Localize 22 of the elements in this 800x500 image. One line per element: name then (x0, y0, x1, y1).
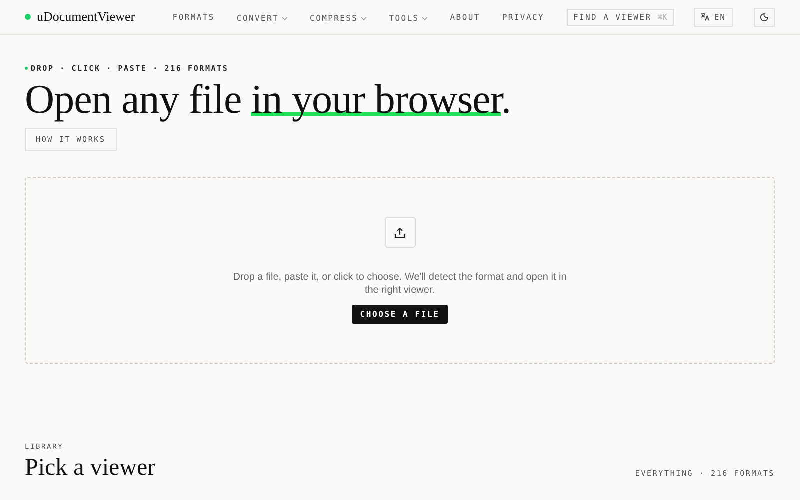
nav-menu[interactable]: TOOLS (389, 14, 428, 23)
language-button[interactable]: EN (694, 8, 733, 26)
nav-menu[interactable]: COMPRESS (310, 14, 368, 23)
library-title: Pick a viewer (25, 454, 156, 482)
caret-icon (282, 16, 288, 20)
moon-icon (760, 12, 769, 22)
find-viewer-button[interactable]: FIND A VIEWER ⌘K (566, 8, 674, 26)
caret-icon (361, 16, 368, 20)
translate-icon (701, 13, 710, 21)
theme-toggle-button[interactable] (754, 8, 775, 26)
choose-file-button[interactable]: CHOOSE A FILE (352, 305, 448, 324)
caret-icon (422, 16, 428, 20)
upload-icon (394, 226, 406, 238)
nav-link[interactable]: ABOUT (450, 12, 480, 22)
upload-button[interactable] (384, 217, 416, 248)
nav-menu[interactable]: CONVERT (236, 14, 288, 23)
dropzone-hint: Drop a file, paste it, or click to choose. We'll detect the format and open it in the right viewer. (232, 271, 568, 297)
nav-link[interactable]: FORMATS (172, 12, 215, 22)
nav-link[interactable]: PRIVACY (502, 12, 544, 22)
logo-dot-icon (25, 14, 31, 20)
site-logo[interactable]: uDocumentViewer (37, 9, 136, 25)
status-dot-icon (25, 67, 28, 70)
